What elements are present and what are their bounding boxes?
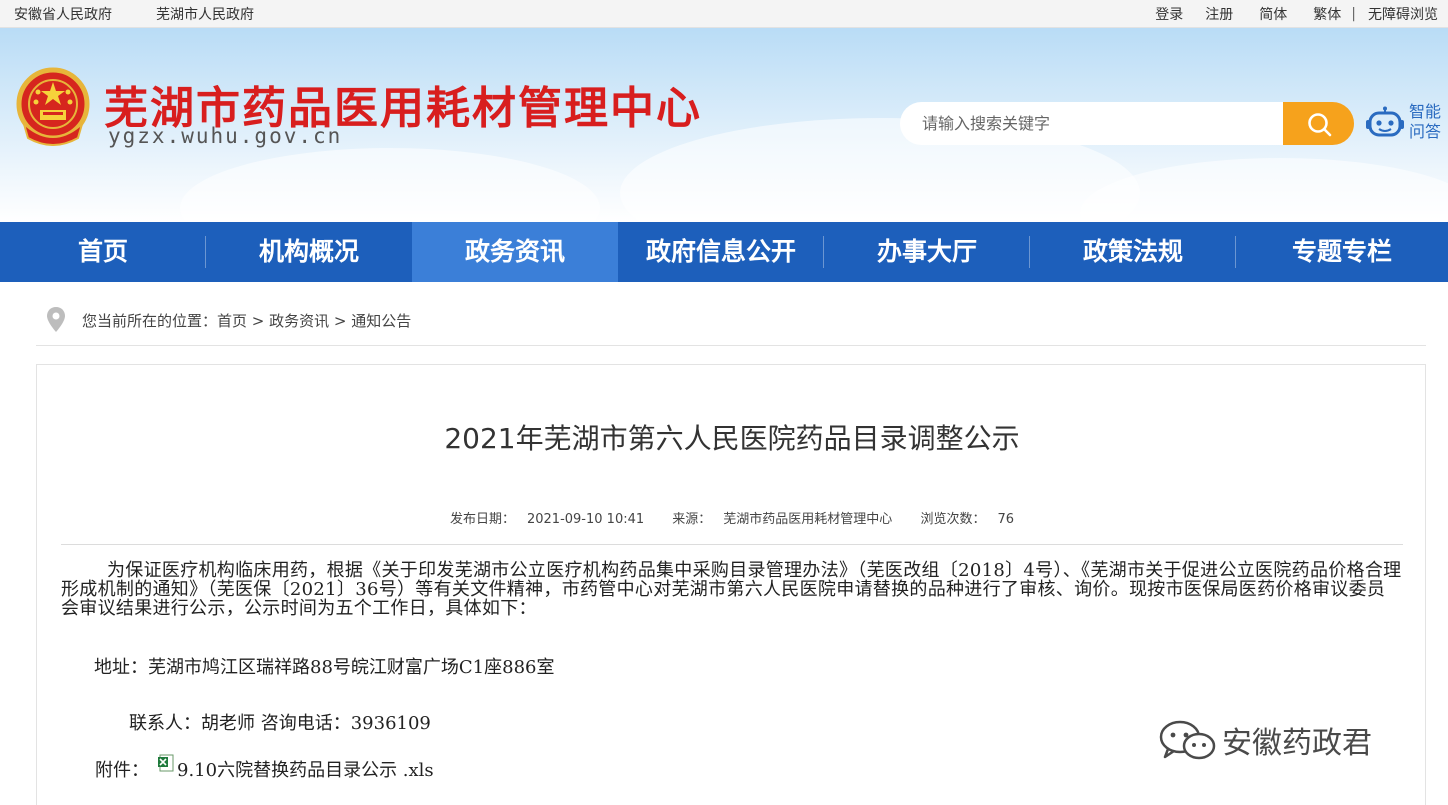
article-title: 2021年芜湖市第六人民医院药品目录调整公示 (444, 422, 1020, 455)
watermark-text: 安徽药政君 (1222, 726, 1372, 761)
traditional-link[interactable]: 繁体 (1313, 4, 1341, 24)
breadcrumb-label: 您当前所在的位置： (82, 312, 218, 330)
article-meta: 发布日期： 2021-09-10 10:41 来源： 芜湖市药品医用耗材管理中心 浏… (37, 508, 1427, 527)
search-icon (1307, 112, 1331, 136)
user-links: 登录 注册 简体 繁体 | 无障碍浏览 (1133, 4, 1438, 24)
gov-link-anhui[interactable]: 安徽省人民政府 (14, 4, 112, 24)
attachment-link[interactable]: 9.10六院替换药品目录公示 .xls (177, 760, 434, 781)
breadcrumb-text: 您当前所在的位置：首页 > 政务资讯 > 通知公告 (82, 310, 411, 331)
location-pin-icon (47, 307, 65, 332)
nav-item-label: 政策法规 (1082, 237, 1183, 266)
article-attachment: 附件： 9.10六院替换药品目录公示 .xls (95, 754, 434, 782)
article-contact: 联系人：胡老师 咨询电话：3936109 (129, 713, 431, 734)
nav-item-label: 机构概况 (258, 237, 359, 266)
search-bar (900, 102, 1354, 145)
simplified-link[interactable]: 简体 (1259, 4, 1287, 24)
gov-link-wuhu[interactable]: 芜湖市人民政府 (156, 4, 254, 24)
nav-item-about[interactable]: 机构概况 (206, 222, 412, 282)
search-input[interactable] (900, 102, 1284, 145)
article-paragraph: 为保证医疗机构临床用药，根据《关于印发芜湖市公立医疗机构药品集中采购目录管理办法… (61, 560, 1402, 619)
nav-item-news[interactable]: 政务资讯 (412, 222, 618, 282)
wechat-watermark: 安徽药政君 (1158, 718, 1372, 762)
excel-file-icon (158, 754, 174, 772)
site-domain: ygzx.wuhu.gov.cn (108, 124, 343, 148)
nav-item-home[interactable]: 首页 (0, 222, 206, 282)
wechat-icon (1159, 720, 1216, 760)
header-cloud (180, 148, 600, 222)
accessibility-link[interactable]: 无障碍浏览 (1368, 4, 1438, 24)
site-header: 芜湖市药品医用耗材管理中心 ygzx.wuhu.gov.cn 智能 问答 (0, 28, 1448, 222)
header-cloud (1080, 158, 1448, 222)
attachment-label: 附件： (95, 760, 149, 781)
robot-icon[interactable] (1366, 106, 1404, 142)
nav-item-service-hall[interactable]: 办事大厅 (824, 222, 1030, 282)
nav-item-policy[interactable]: 政策法规 (1030, 222, 1236, 282)
search-button[interactable] (1283, 102, 1354, 145)
top-utility-bar: 安徽省人民政府 芜湖市人民政府 登录 注册 简体 繁体 | 无障碍浏览 (0, 0, 1448, 28)
nav-item-info-disclosure[interactable]: 政府信息公开 (618, 222, 824, 282)
article-address: 地址：芜湖市鸠江区瑞祥路88号皖江财富广场C1座886室 (94, 657, 555, 678)
main-nav: 首页 机构概况 政务资讯 政府信息公开 办事大厅 政策法规 专题专栏 (0, 222, 1448, 282)
smart-qa-line2: 问答 (1409, 122, 1442, 141)
breadcrumb: 您当前所在的位置：首页 > 政务资讯 > 通知公告 (36, 300, 1426, 346)
smart-qa-link[interactable]: 智能 问答 (1409, 102, 1445, 142)
login-link[interactable]: 登录 (1155, 4, 1183, 24)
publish-date: 发布日期： 2021-09-10 10:41 (449, 512, 645, 527)
national-emblem-icon[interactable] (14, 66, 92, 146)
smart-qa-line1: 智能 (1409, 102, 1442, 121)
register-link[interactable]: 注册 (1205, 4, 1233, 24)
nav-item-topics[interactable]: 专题专栏 (1236, 222, 1448, 282)
nav-item-label: 办事大厅 (876, 237, 977, 266)
breadcrumb-path[interactable]: 首页 > 政务资讯 > 通知公告 (217, 312, 411, 330)
nav-item-label: 政府信息公开 (645, 237, 796, 266)
gov-links: 安徽省人民政府 芜湖市人民政府 (14, 4, 298, 24)
nav-item-label: 首页 (77, 237, 128, 266)
title-divider (61, 544, 1403, 545)
nav-item-label: 政务资讯 (464, 237, 565, 266)
nav-item-label: 专题专栏 (1291, 237, 1392, 266)
article-source: 来源： 芜湖市药品医用耗材管理中心 (672, 512, 893, 527)
topbar-separator: | (1351, 6, 1356, 22)
view-count: 浏览次数： 76 (920, 512, 1015, 527)
